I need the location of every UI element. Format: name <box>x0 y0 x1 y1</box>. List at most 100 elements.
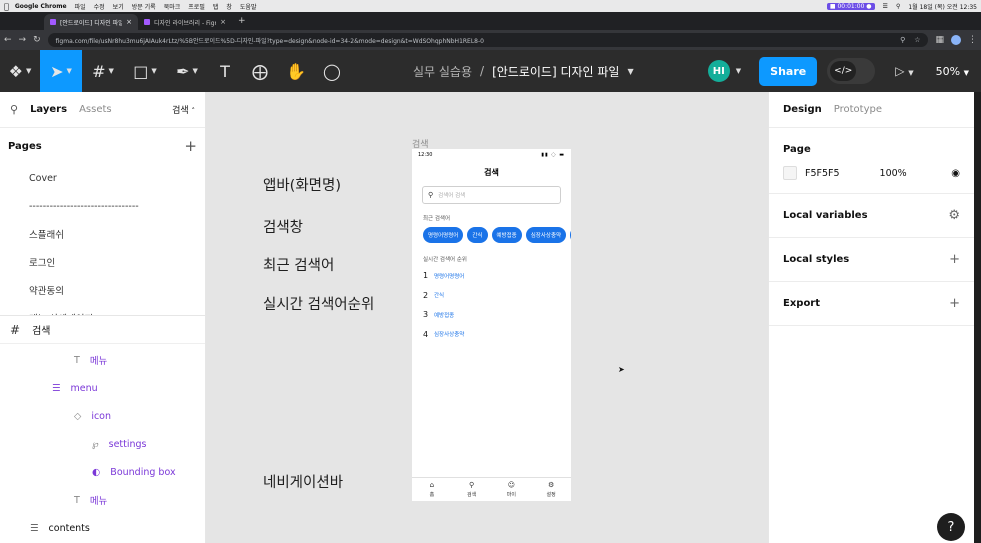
extensions-icon[interactable]: ▦ <box>935 35 944 45</box>
shape-tool-button[interactable]: □ ▼ <box>124 50 166 92</box>
present-icon[interactable]: ▷ ▼ <box>895 64 913 78</box>
nav-item-settings[interactable]: ⚙ 설정 <box>531 478 571 501</box>
profile-avatar[interactable] <box>951 35 961 45</box>
menu-window[interactable]: 창 <box>226 2 232 11</box>
frame-tool-button[interactable]: # ▼ <box>82 50 124 92</box>
annotation-text[interactable]: 앱바(화면명) <box>263 174 341 195</box>
layer-row[interactable]: ☰ menu <box>0 374 205 402</box>
ranking-item[interactable]: 4 심장사상충약 <box>423 325 571 345</box>
zoom-level[interactable]: 50% ▼ <box>936 65 969 78</box>
star-icon[interactable]: ☆ <box>914 36 920 44</box>
pages-header: Pages + <box>0 128 205 164</box>
page-item[interactable]: -------------------------------- <box>0 192 205 220</box>
forward-icon[interactable]: → <box>19 35 27 45</box>
reload-icon[interactable]: ↻ <box>33 35 41 45</box>
hand-tool-button[interactable]: ✋ <box>278 50 314 92</box>
browser-tab-active[interactable]: [안드로이드] 디자인 파일 - Figma × <box>44 14 138 30</box>
local-variables-label[interactable]: Local variables <box>783 210 868 221</box>
menu-view[interactable]: 보기 <box>113 2 124 11</box>
page-item[interactable]: Cover <box>0 164 205 192</box>
help-button[interactable]: ? <box>937 513 965 541</box>
layer-row[interactable]: T 메뉴 <box>0 346 205 374</box>
pen-tool-button[interactable]: ✒ ▼ <box>166 50 208 92</box>
recent-chip[interactable]: 명령어명령어 <box>423 227 464 243</box>
layer-row[interactable]: ☰ contents <box>0 514 205 542</box>
annotation-text[interactable]: 검색창 <box>263 216 303 237</box>
add-page-icon[interactable]: + <box>184 137 197 155</box>
back-icon[interactable]: ← <box>4 35 12 45</box>
menu-edit[interactable]: 수정 <box>94 2 105 11</box>
nav-item-home[interactable]: ⌂ 홈 <box>412 478 452 501</box>
user-avatar[interactable]: HI <box>707 60 730 82</box>
team-project-name[interactable]: 실무 실습용 <box>413 63 472 80</box>
nav-item-search[interactable]: ⚲ 검색 <box>452 478 492 501</box>
new-tab-icon[interactable]: + <box>238 16 246 26</box>
figma-favicon-icon <box>144 19 150 25</box>
layer-row[interactable]: ℘ settings <box>0 430 205 458</box>
main-menu-button[interactable]: ❖ ▼ <box>0 50 40 92</box>
add-style-icon[interactable]: + <box>949 252 960 267</box>
close-tab-icon[interactable]: × <box>220 18 226 26</box>
annotation-text[interactable]: 실시간 검색어순위 <box>263 293 374 314</box>
tab-assets[interactable]: Assets <box>79 104 112 115</box>
text-tool-button[interactable]: T <box>208 50 242 92</box>
tab-prototype[interactable]: Prototype <box>834 104 882 115</box>
share-button[interactable]: Share <box>759 56 818 86</box>
menu-file[interactable]: 파일 <box>75 2 86 11</box>
nav-item-my[interactable]: ☺ 마이 <box>492 478 532 501</box>
search-input[interactable]: ⚲ 검색어 검색 <box>422 186 561 204</box>
ranking-item[interactable]: 1 명령어명령어 <box>423 266 571 286</box>
annotation-text[interactable]: 네비게이션바 <box>263 471 343 492</box>
menu-tab[interactable]: 탭 <box>213 2 219 11</box>
ranking-item[interactable]: 3 예방접종 <box>423 305 571 325</box>
chevron-down-icon[interactable]: ▼ <box>736 67 741 75</box>
address-bar[interactable]: figma.com/file/usNr8hu3mu6jAIAuk4rLtz/%5… <box>47 33 929 47</box>
layer-row[interactable]: ◐ Bounding box <box>0 458 205 486</box>
layer-frame-row[interactable]: # 검색 <box>0 316 205 344</box>
annotation-text[interactable]: 최근 검색어 <box>263 254 334 275</box>
page-item[interactable]: 스플래쉬 <box>0 220 205 248</box>
resources-button[interactable]: ⨁ <box>242 50 278 92</box>
menu-help[interactable]: 도움말 <box>240 2 257 11</box>
wifi-icon[interactable]: ☰ <box>883 3 888 10</box>
page-color-value[interactable]: F5F5F5 <box>805 168 840 179</box>
recording-indicator[interactable]: ■ 00:01:00 ● <box>826 2 875 10</box>
tab-layers[interactable]: Layers <box>30 104 67 115</box>
ranking-item[interactable]: 2 간식 <box>423 286 571 306</box>
menu-history[interactable]: 방문 기록 <box>132 2 156 11</box>
eye-icon[interactable]: ◉ <box>951 168 960 179</box>
layer-row[interactable]: T 메뉴 <box>0 486 205 514</box>
app-name[interactable]: Google Chrome <box>15 3 67 10</box>
recent-chip[interactable]: 심장사상충약 <box>525 227 567 243</box>
tab-design[interactable]: Design <box>783 104 822 115</box>
browser-tab[interactable]: 디자인 라이브러리 - Figma × <box>138 14 232 30</box>
clock[interactable]: 1월 18일 (목) 오전 12:35 <box>908 2 977 11</box>
apple-icon[interactable]:  <box>4 2 9 11</box>
zoom-icon[interactable]: ⚲ <box>900 36 905 44</box>
menu-bookmarks[interactable]: 북마크 <box>164 2 181 11</box>
color-swatch[interactable] <box>783 166 797 180</box>
dev-mode-toggle[interactable]: </> <box>827 58 876 84</box>
page-item[interactable]: 약관동의 <box>0 276 205 304</box>
search-icon[interactable]: ⚲ <box>10 103 18 116</box>
recent-chip[interactable]: 예방접종 <box>491 227 522 243</box>
page-item[interactable]: 로그인 <box>0 248 205 276</box>
layer-row[interactable]: ◇ icon <box>0 402 205 430</box>
chrome-menu-icon[interactable]: ⋮ <box>968 35 977 45</box>
page-item[interactable]: 메뉴 상세페이지 <box>0 304 205 315</box>
menu-profiles[interactable]: 프로필 <box>188 2 205 11</box>
sliders-icon[interactable]: ⚙ <box>948 208 960 223</box>
spotlight-icon[interactable]: ⚲ <box>896 3 900 10</box>
current-page-selector[interactable]: 검색 ˄ <box>172 103 195 116</box>
add-export-icon[interactable]: + <box>949 296 960 311</box>
comment-tool-button[interactable]: ◯ <box>314 50 350 92</box>
chevron-down-icon[interactable]: ▼ <box>627 67 633 76</box>
file-name[interactable]: [안드로이드] 디자인 파일 <box>492 63 619 80</box>
move-tool-button[interactable]: ➤ ▼ <box>40 50 82 92</box>
page-opacity-value[interactable]: 100% <box>880 168 907 179</box>
search-screen-frame[interactable]: 12:30 ▮▮ ◌ ▬ 검색 ⚲ 검색어 검색 최근 검색어 명령어명령어 간… <box>412 149 571 501</box>
close-tab-icon[interactable]: × <box>126 18 132 26</box>
design-canvas[interactable]: 앱바(화면명) 검색창 최근 검색어 실시간 검색어순위 네비게이션바 검색 1… <box>206 92 768 543</box>
recent-chip[interactable]: 노 <box>570 227 571 243</box>
recent-chip[interactable]: 간식 <box>467 227 488 243</box>
